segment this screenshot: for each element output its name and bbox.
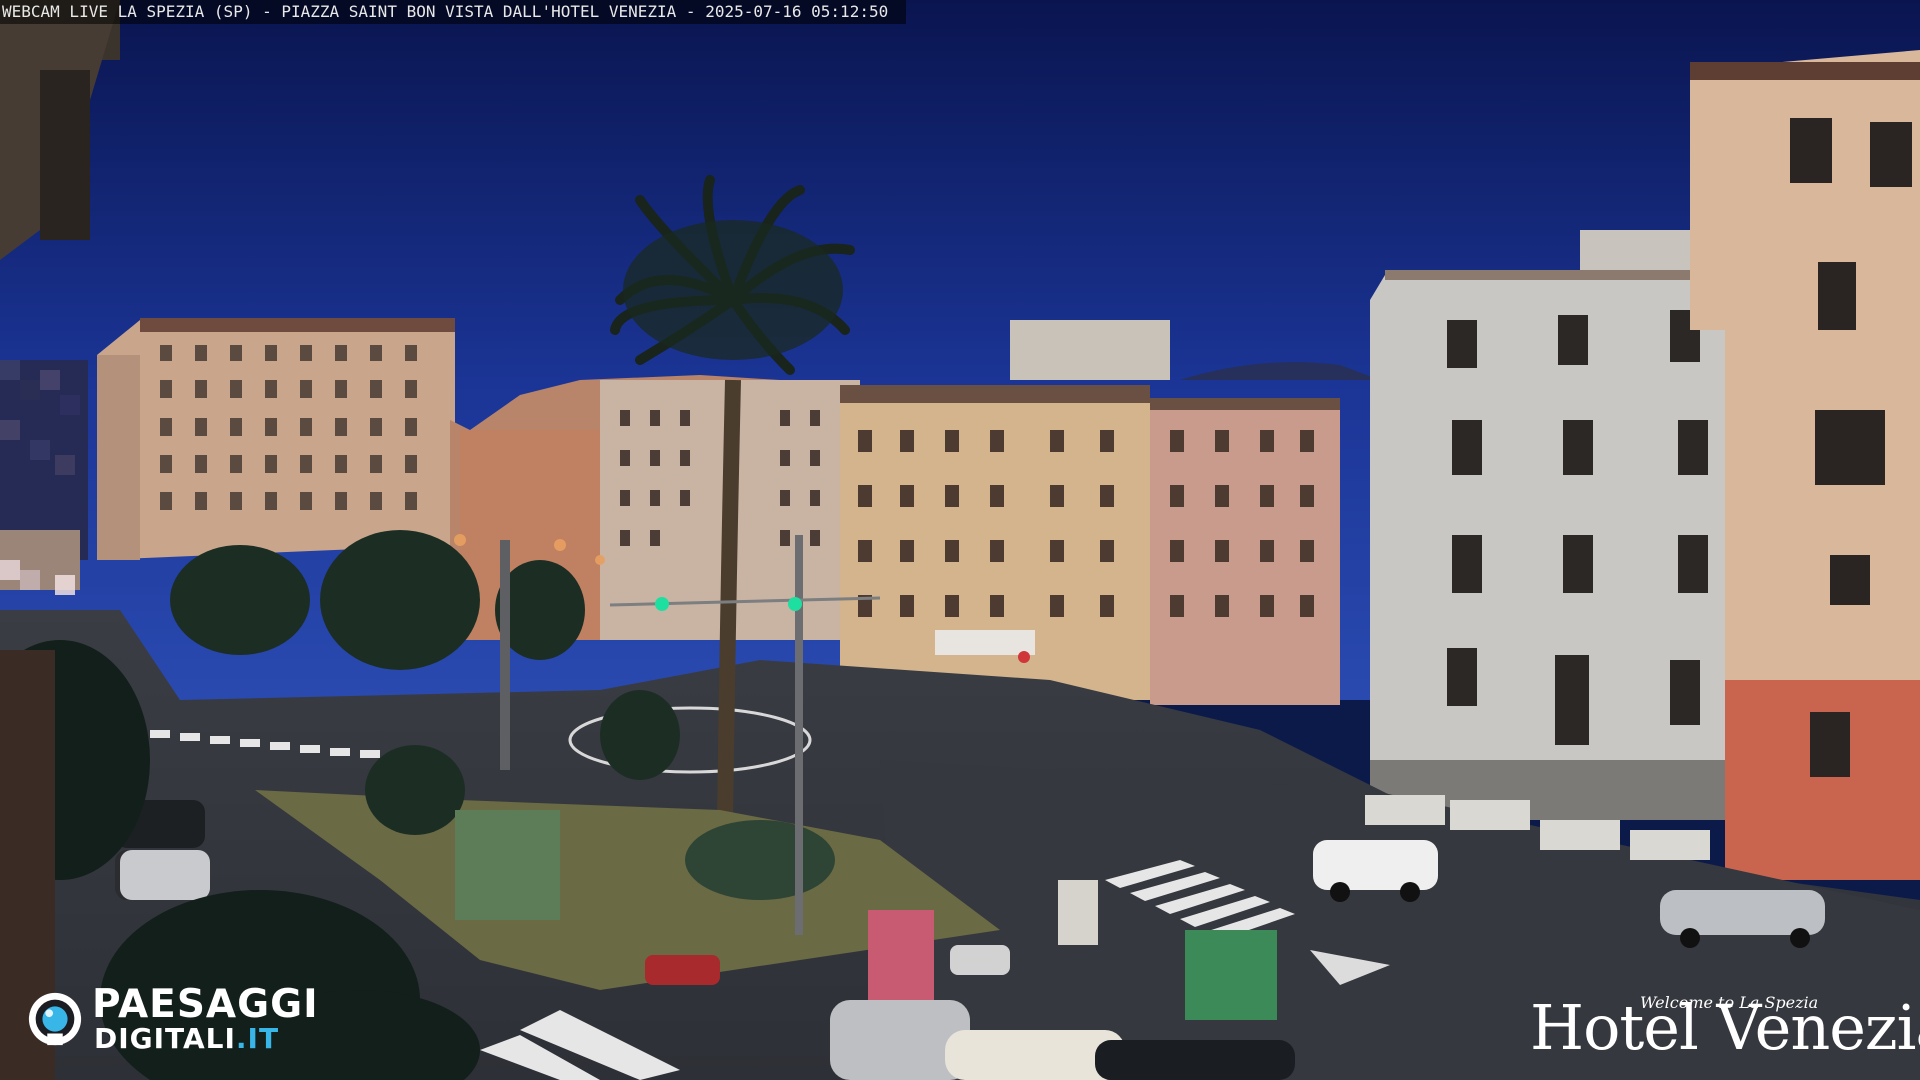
webcam-caption: WEBCAM LIVE LA SPEZIA (SP) - PIAZZA SAIN…: [0, 0, 907, 24]
hotel-tagline: Welcome to La Spezia: [1640, 993, 1819, 1012]
green-bin: [1185, 930, 1277, 1020]
sign-panel: [1058, 880, 1098, 945]
logo-left-line2-accent: .IT: [235, 1022, 280, 1055]
paesaggi-digitali-logo: PAESAGGI DIGITALI.IT: [26, 985, 346, 1055]
bush-center: [685, 820, 835, 900]
webcam-scene: [0, 0, 1920, 1080]
green-kiosk: [455, 810, 560, 920]
building-left: [97, 318, 455, 560]
logo-left-line1: PAESAGGI: [92, 982, 319, 1027]
ad-panel: [868, 910, 934, 1000]
hotel-venezia-logo: Hotel Venezia Welcome to La Spezia: [1530, 985, 1920, 1063]
logo-left-line2-main: DIGITALI: [94, 1022, 236, 1055]
building-right-white: [1370, 230, 1745, 820]
camera-lens-icon: [28, 992, 82, 1046]
logo-left-line2: DIGITALI.IT: [94, 1024, 279, 1054]
